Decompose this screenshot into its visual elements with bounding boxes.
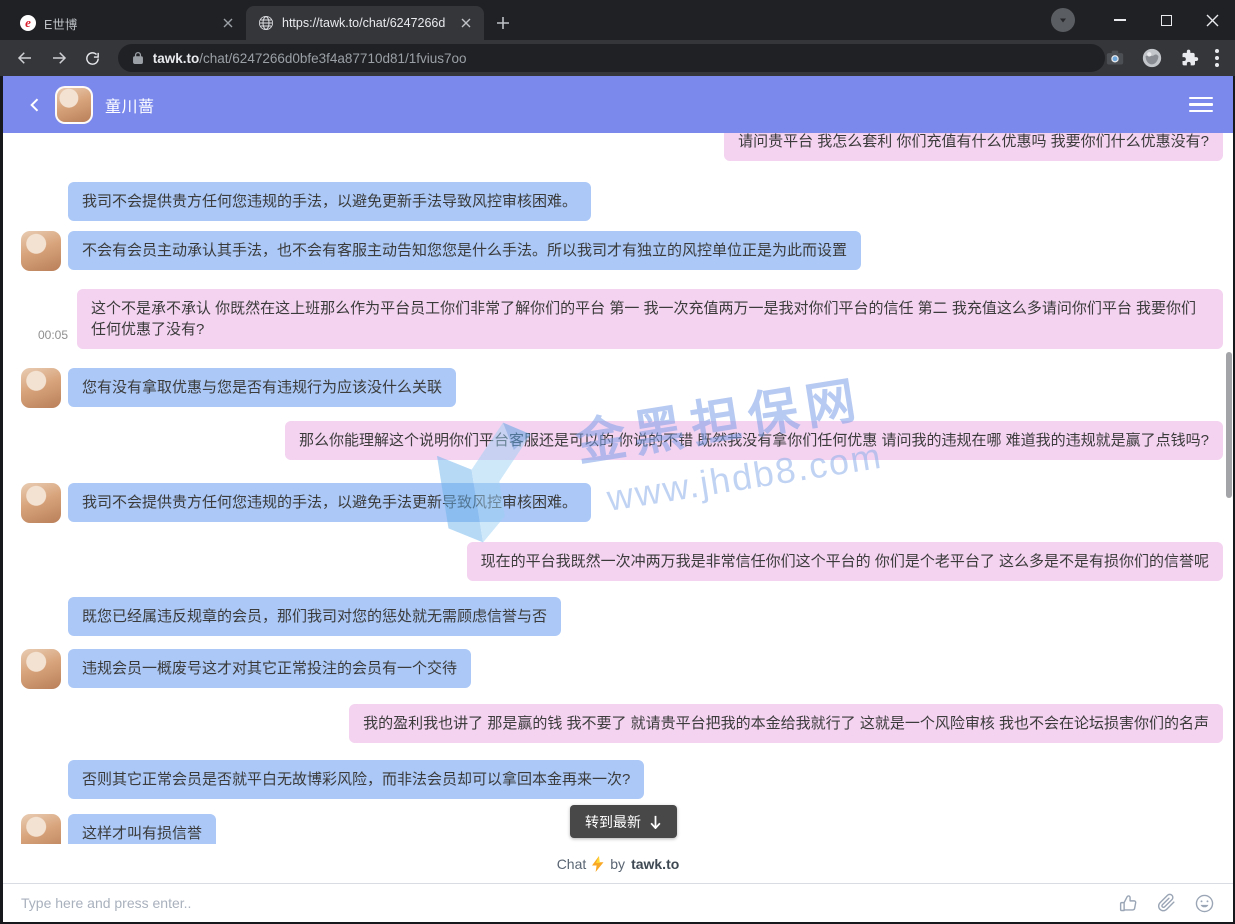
message-row: 违规会员一概废号这才对其它正常投注的会员有一个交待 bbox=[3, 649, 1233, 688]
composer bbox=[3, 883, 1233, 922]
address-bar: tawk.to/chat/6247266d0bfe3f4a87710d81/1f… bbox=[0, 40, 1235, 76]
branding-by-label: by bbox=[610, 856, 625, 872]
agent-avatar bbox=[21, 368, 61, 408]
agent-name: 童川蔷 bbox=[105, 93, 155, 117]
agent-message: 不会有会员主动承认其手法，也不会有客服主动告知您您是什么手法。所以我司才有独立的… bbox=[68, 231, 861, 270]
agent-avatar bbox=[21, 483, 61, 523]
message-row: 00:05 这个不是承不承认 你既然在这上班那么作为平台员工你们非常了解你们的平… bbox=[3, 289, 1233, 349]
message-row: 我司不会提供贵方任何您违规的手法，以避免更新手法导致风控审核困难。 bbox=[3, 182, 1233, 221]
lock-icon bbox=[132, 51, 144, 65]
composer-icons bbox=[1118, 893, 1233, 914]
minimize-button[interactable] bbox=[1097, 0, 1143, 40]
jump-to-latest-label: 转到最新 bbox=[585, 812, 641, 832]
scrollbar-thumb[interactable] bbox=[1226, 352, 1232, 498]
tab-title: E世博 bbox=[44, 14, 212, 33]
message-row: 我司不会提供贵方任何您违规的手法，以避免手法更新导致风控审核困难。 bbox=[3, 483, 1233, 522]
emoji-smiley-icon[interactable] bbox=[1194, 893, 1215, 914]
agent-message: 违规会员一概废号这才对其它正常投注的会员有一个交待 bbox=[68, 649, 471, 688]
maximize-button[interactable] bbox=[1143, 0, 1189, 40]
new-tab-button[interactable] bbox=[490, 10, 516, 36]
message-row: 既您已经属违反规章的会员，那们我司对您的惩处就无需顾虑信誉与否 bbox=[3, 597, 1233, 636]
visitor-message: 那么你能理解这个说明你们平台客服还是可以的 你说的不错 既然我没有拿你们任何优惠… bbox=[285, 421, 1223, 460]
back-icon[interactable] bbox=[10, 43, 40, 73]
tab-close-icon[interactable] bbox=[220, 15, 236, 31]
jump-to-latest-button[interactable]: 转到最新 bbox=[570, 805, 677, 838]
message-row: 您有没有拿取优惠与您是否有违规行为应该没什么关联 bbox=[3, 368, 1233, 407]
close-button[interactable] bbox=[1189, 0, 1235, 40]
agent-message: 既您已经属违反规章的会员，那们我司对您的惩处就无需顾虑信誉与否 bbox=[68, 597, 561, 636]
visitor-message: 请问贵平台 我怎么套利 你们充值有什么优惠吗 我要你们什么优惠没有? bbox=[724, 133, 1223, 161]
message-timestamp: 00:05 bbox=[38, 328, 68, 342]
message-row: 否则其它正常会员是否就平白无故博彩风险，而非法会员却可以拿回本金再来一次? bbox=[3, 760, 1233, 799]
agent-message: 我司不会提供贵方任何您违规的手法，以避免更新手法导致风控审核困难。 bbox=[68, 182, 591, 221]
globe-favicon-icon bbox=[258, 15, 274, 31]
url-path: /chat/6247266d0bfe3f4a87710d81/1fvius7oo bbox=[199, 51, 466, 66]
chat-header: 童川蔷 bbox=[3, 76, 1233, 133]
menu-hamburger-icon[interactable] bbox=[1189, 97, 1213, 113]
url-field[interactable]: tawk.to/chat/6247266d0bfe3f4a87710d81/1f… bbox=[118, 44, 1105, 72]
esbo-favicon-icon: e bbox=[20, 15, 36, 31]
back-chevron-icon[interactable] bbox=[15, 85, 55, 125]
account-globe-icon[interactable] bbox=[1141, 47, 1163, 69]
lightning-bolt-icon bbox=[592, 856, 604, 872]
tawk-chat-page: 童川蔷 请问贵平台 我怎么套利 你们充值有什么优惠吗 我要你们什么优惠没有? 我… bbox=[3, 76, 1233, 922]
tawk-branding[interactable]: Chat by tawk.to bbox=[3, 844, 1233, 883]
url-host: tawk.to bbox=[153, 51, 200, 66]
down-arrow-icon bbox=[649, 815, 662, 829]
visitor-message: 这个不是承不承认 你既然在这上班那么作为平台员工你们非常了解你们的平台 第一 我… bbox=[77, 289, 1223, 349]
tab-title: https://tawk.to/chat/6247266d bbox=[282, 16, 450, 30]
refresh-icon[interactable] bbox=[78, 43, 108, 73]
message-row: 我的盈利我也讲了 那是赢的钱 我不要了 就请贵平台把我的本金给我就行了 这就是一… bbox=[3, 704, 1233, 743]
thumbs-up-icon[interactable] bbox=[1118, 893, 1139, 914]
message-row: 请问贵平台 我怎么套利 你们充值有什么优惠吗 我要你们什么优惠没有? bbox=[3, 133, 1233, 161]
attachment-paperclip-icon[interactable] bbox=[1156, 893, 1177, 914]
chat-message-list: 请问贵平台 我怎么套利 你们充值有什么优惠吗 我要你们什么优惠没有? 我司不会提… bbox=[3, 133, 1233, 844]
message-row: 不会有会员主动承认其手法，也不会有客服主动告知您您是什么手法。所以我司才有独立的… bbox=[3, 231, 1233, 270]
camera-extension-icon[interactable] bbox=[1105, 49, 1125, 67]
extensions-puzzle-icon[interactable] bbox=[1179, 48, 1199, 68]
tab-tawk-chat[interactable]: https://tawk.to/chat/6247266d bbox=[246, 6, 484, 40]
toolbar-icons bbox=[1105, 47, 1227, 69]
tab-strip: e E世博 https://tawk.to/chat/6247266d bbox=[0, 0, 1051, 40]
url-text: tawk.to/chat/6247266d0bfe3f4a87710d81/1f… bbox=[153, 51, 467, 66]
visitor-message: 我的盈利我也讲了 那是赢的钱 我不要了 就请贵平台把我的本金给我就行了 这就是一… bbox=[349, 704, 1223, 743]
agent-message: 这样才叫有损信誉 bbox=[68, 814, 216, 844]
branding-chat-label: Chat bbox=[557, 856, 587, 872]
menu-dots-icon[interactable] bbox=[1215, 49, 1219, 67]
agent-avatar bbox=[21, 649, 61, 689]
message-row: 那么你能理解这个说明你们平台客服还是可以的 你说的不错 既然我没有拿你们任何优惠… bbox=[3, 421, 1233, 460]
agent-avatar bbox=[21, 231, 61, 271]
window-controls bbox=[1051, 0, 1235, 40]
visitor-message: 现在的平台我既然一次冲两万我是非常信任你们这个平台的 你们是个老平台了 这么多是… bbox=[467, 542, 1223, 581]
branding-brand-label: tawk.to bbox=[631, 856, 679, 872]
tab-esbo[interactable]: e E世博 bbox=[8, 6, 246, 40]
agent-message: 您有没有拿取优惠与您是否有违规行为应该没什么关联 bbox=[68, 368, 456, 407]
agent-message: 我司不会提供贵方任何您违规的手法，以避免手法更新导致风控审核困难。 bbox=[68, 483, 591, 522]
agent-message: 否则其它正常会员是否就平白无故博彩风险，而非法会员却可以拿回本金再来一次? bbox=[68, 760, 644, 799]
message-row: 现在的平台我既然一次冲两万我是非常信任你们这个平台的 你们是个老平台了 这么多是… bbox=[3, 542, 1233, 581]
agent-avatar bbox=[55, 86, 93, 124]
forward-icon[interactable] bbox=[44, 43, 74, 73]
agent-avatar bbox=[21, 814, 61, 845]
media-controls-button[interactable] bbox=[1051, 8, 1075, 32]
message-input[interactable] bbox=[3, 895, 1118, 911]
browser-titlebar: e E世博 https://tawk.to/chat/6247266d bbox=[0, 0, 1235, 40]
tab-close-icon[interactable] bbox=[458, 15, 474, 31]
